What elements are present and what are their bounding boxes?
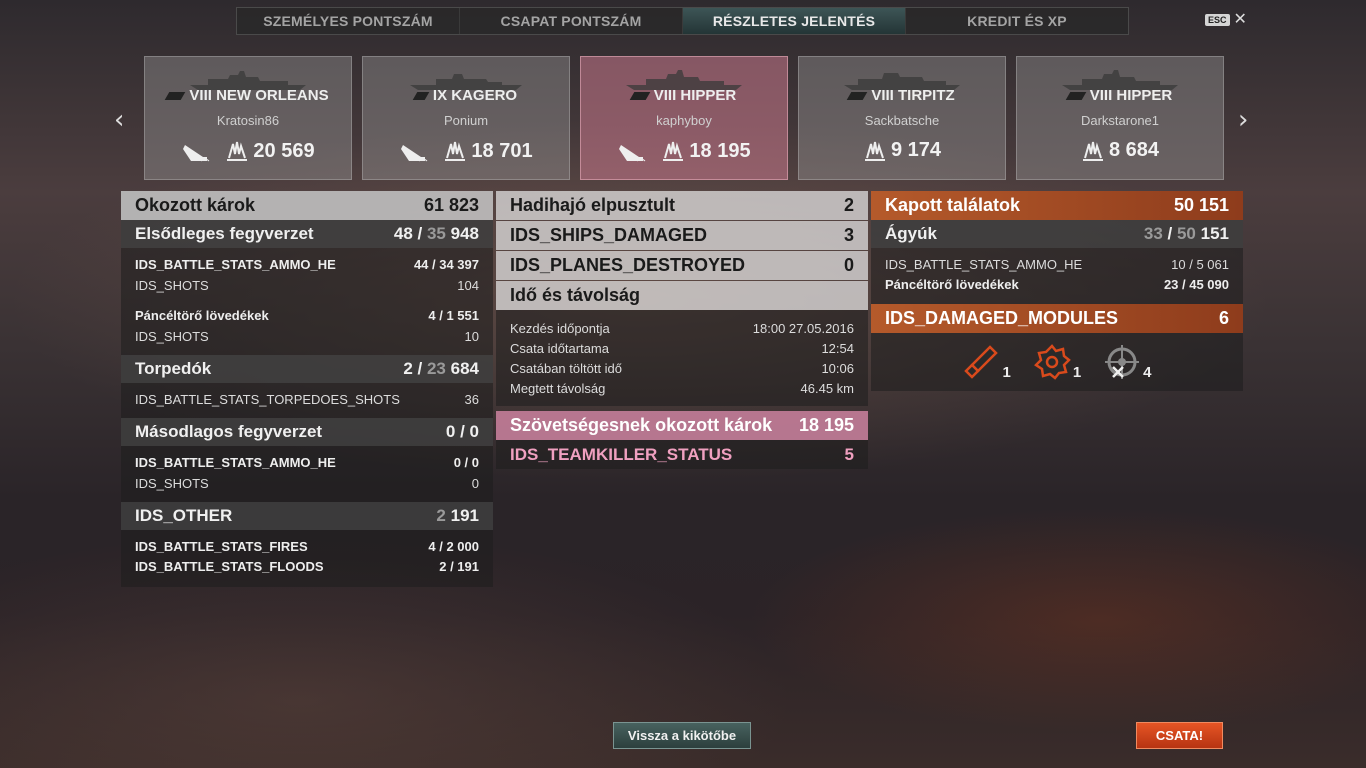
guns-title: Ágyúk (885, 224, 937, 243)
guns-value: 33 / 50 151 (1143, 224, 1229, 243)
player-name: kaphyboy (656, 113, 712, 128)
ships-damaged-label: IDS_SHIPS_DAMAGED (510, 225, 708, 245)
ship-card[interactable]: VIII HIPPER Darkstarone1 8 684 (1016, 56, 1224, 180)
damage-dealt-total: 61 823 (423, 195, 479, 215)
ship-damage: 9 174 (890, 139, 942, 161)
teamkiller-status: IDS_TEAMKILLER_STATUS 5 (496, 440, 868, 469)
cruiser-class-icon (165, 92, 186, 101)
received-hits-total: 50 151 (1173, 195, 1229, 215)
primary-armament-value: 48 / 35 948 (393, 224, 479, 243)
tab-bar: SZEMÉLYES PONTSZÁM CSAPAT PONTSZÁM RÉSZL… (236, 7, 1129, 35)
player-name: Kratosin86 (216, 113, 280, 128)
cruiser-class-icon (629, 92, 651, 101)
tab-personal-score[interactable]: SZEMÉLYES PONTSZÁM (237, 8, 460, 34)
sunk-ship-icon (619, 145, 646, 162)
ships-damaged-value: 3 (843, 225, 854, 245)
ally-damage-value: 18 195 (798, 415, 854, 435)
damaged-modules-list: 1 1 4 (871, 333, 1243, 391)
damage-dealt-title: Okozott károk (135, 195, 256, 215)
ship-damage: 18 701 (471, 139, 533, 162)
damage-icon (445, 141, 466, 161)
stat-row: IDS_BATTLE_STATS_AMMO_HE 44 / 34 397 (135, 257, 479, 272)
ship-damage: 18 195 (689, 139, 751, 162)
steering-module-icon (1105, 345, 1140, 379)
time-row: Csata időtartama 12:54 (510, 340, 854, 356)
stat-row: IDS_BATTLE_STATS_AMMO_HE 10 / 5 061 (885, 256, 1229, 272)
next-arrow-icon[interactable]: › (1238, 105, 1248, 135)
stat-row: IDS_SHOTS 10 (135, 329, 479, 344)
module-item: 1 (962, 343, 1011, 381)
primary-armament-title: Elsődleges fegyverzet (135, 224, 314, 243)
other-title: IDS_OTHER (135, 506, 233, 525)
battleship-class-icon (847, 92, 868, 101)
secondary-armament-title: Másodlagos fegyverzet (135, 422, 323, 441)
secondary-armament-value: 0 / 0 (445, 422, 479, 441)
stat-row: IDS_BATTLE_STATS_AMMO_HE 0 / 0 (135, 455, 479, 470)
ship-damage: 20 569 (253, 139, 315, 162)
sunk-ship-icon (183, 145, 210, 162)
stat-row: IDS_SHOTS 0 (135, 476, 479, 491)
return-to-port-button[interactable]: Vissza a kikötőbe (613, 722, 751, 749)
received-hits-panel: Kapott találatok 50 151 Ágyúk 33 / 50 15… (871, 191, 1243, 391)
gun-module-icon (964, 345, 999, 379)
tab-detailed-report[interactable]: RÉSZLETES JELENTÉS (683, 8, 906, 34)
damage-icon (1082, 141, 1103, 161)
torpedoes-title: Torpedók (135, 359, 212, 378)
module-item: 4 (1103, 343, 1152, 381)
ship-name: IX KAGERO (432, 87, 518, 104)
cruiser-class-icon (1065, 92, 1087, 101)
ally-damage-label: Szövetségesnek okozott károk (510, 415, 773, 435)
ship-name: VIII HIPPER (1089, 87, 1173, 104)
ship-name: VIII NEW ORLEANS (189, 87, 329, 104)
time-row: Csatában töltött idő 10:06 (510, 360, 854, 376)
damage-icon (227, 141, 248, 161)
player-name: Ponium (443, 113, 489, 128)
time-row: Kezdés időpontja 18:00 27.05.2016 (510, 320, 854, 336)
stat-row: Páncéltörő lövedékek 23 / 45 090 (885, 276, 1229, 292)
warships-destroyed-value: 2 (843, 195, 854, 215)
tab-credits-xp[interactable]: KREDIT ÉS XP (906, 8, 1128, 34)
stat-row: IDS_BATTLE_STATS_FLOODS 2 / 191 (135, 558, 479, 574)
time-distance-title: Idő és távolság (510, 285, 641, 305)
ship-card-own[interactable]: VIII HIPPER kaphyboy 18 195 (580, 56, 788, 180)
stat-row: IDS_SHOTS 104 (135, 278, 479, 293)
sunk-ship-icon (401, 145, 428, 162)
received-hits-title: Kapott találatok (885, 195, 1021, 215)
player-name: Darkstarone1 (1080, 113, 1160, 128)
center-panel: Hadihajó elpusztult 2 IDS_SHIPS_DAMAGED … (496, 191, 868, 469)
close-icon[interactable]: ✕ (1234, 12, 1247, 28)
ship-name: VIII HIPPER (653, 87, 737, 104)
destroyer-class-icon (412, 92, 430, 101)
engine-module-icon (1033, 344, 1071, 380)
ship-name: VIII TIRPITZ (871, 87, 955, 104)
torpedoes-value: 2 / 23 684 (403, 359, 479, 378)
damage-dealt-panel: Okozott károk 61 823 Elsődleges fegyverz… (121, 191, 493, 587)
planes-destroyed-value: 0 (843, 255, 854, 275)
damaged-modules-total: 6 (1218, 308, 1229, 328)
damage-icon (663, 141, 684, 161)
ship-card[interactable]: IX KAGERO Ponium 18 701 (362, 56, 570, 180)
esc-close[interactable]: ESC ✕ (1205, 12, 1247, 28)
module-item: 1 (1033, 343, 1081, 381)
ship-damage: 8 684 (1108, 139, 1160, 161)
damaged-modules-title: IDS_DAMAGED_MODULES (885, 308, 1119, 328)
damage-icon (864, 141, 885, 161)
stat-row: Páncéltörő lövedékek 4 / 1 551 (135, 308, 479, 323)
battle-button[interactable]: CSATA! (1136, 722, 1223, 749)
other-value: 2 191 (436, 506, 479, 525)
stat-row: IDS_BATTLE_STATS_TORPEDOES_SHOTS 36 (135, 392, 479, 407)
stat-row: IDS_BATTLE_STATS_FIRES 4 / 2 000 (135, 539, 479, 554)
ship-card[interactable]: VIII NEW ORLEANS Kratosin86 20 569 (144, 56, 352, 180)
prev-arrow-icon[interactable]: ‹ (114, 105, 124, 135)
player-name: Sackbatsche (864, 113, 940, 128)
ship-card[interactable]: VIII TIRPITZ Sackbatsche 9 174 (798, 56, 1006, 180)
tab-team-score[interactable]: CSAPAT PONTSZÁM (460, 8, 683, 34)
esc-key-label: ESC (1205, 14, 1230, 26)
time-row: Megtett távolság 46.45 km (510, 380, 854, 396)
planes-destroyed-label: IDS_PLANES_DESTROYED (510, 255, 746, 275)
warships-destroyed-label: Hadihajó elpusztult (510, 195, 676, 215)
ship-cards: VIII NEW ORLEANS Kratosin86 20 569 IX KA… (144, 56, 1224, 180)
